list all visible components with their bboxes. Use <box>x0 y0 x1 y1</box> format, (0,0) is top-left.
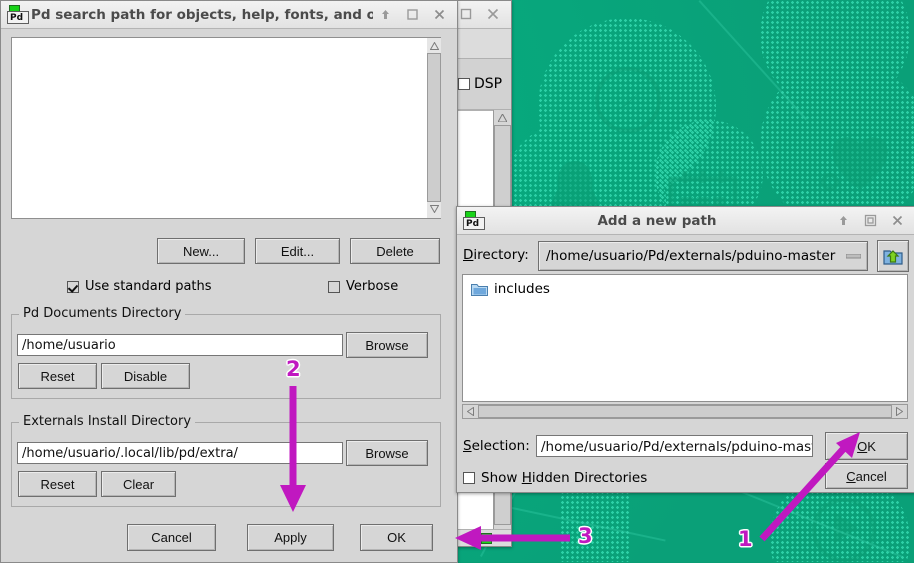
add-path-titlebar[interactable]: Pd Add a new path <box>457 207 914 235</box>
verbose-label: Verbose <box>346 279 399 294</box>
search-path-titlebar[interactable]: Pd Pd search path for objects, help, fon… <box>1 1 457 29</box>
selection-input[interactable]: /home/usuario/Pd/externals/pduino-master <box>536 435 813 457</box>
list-item-label: includes <box>494 281 550 297</box>
dsp-checkbox[interactable] <box>458 78 470 90</box>
checkbox-box[interactable] <box>463 472 475 484</box>
shade-icon[interactable] <box>837 214 851 228</box>
apply-button[interactable]: Apply <box>247 524 334 551</box>
scroll-down-arrow-icon[interactable] <box>427 201 441 216</box>
cancel-label-rest: ancel <box>855 468 887 484</box>
dsp-label: DSP <box>474 76 503 92</box>
add-path-cancel-button[interactable]: Cancel <box>825 463 908 489</box>
search-path-dialog[interactable]: Pd Pd search path for objects, help, fon… <box>0 0 458 563</box>
cancel-mnemonic: C <box>846 468 856 484</box>
scroll-right-arrow-icon[interactable] <box>892 407 907 416</box>
file-list-hscrollbar[interactable] <box>462 404 908 419</box>
selection-label-rest: election: <box>471 438 530 454</box>
externals-clear-button[interactable]: Clear <box>101 471 176 497</box>
annotation-number-3: 3 <box>578 524 593 548</box>
ok-label-rest: K <box>867 438 876 454</box>
directory-row: Directory: /home/usuario/Pd/externals/pd… <box>457 238 914 274</box>
add-path-ok-button[interactable]: OK <box>825 432 908 460</box>
parent-directory-button[interactable] <box>877 240 909 272</box>
play-icon <box>812 498 876 562</box>
checkbox-box[interactable] <box>67 280 79 293</box>
path-list-scrollbar[interactable] <box>427 38 441 218</box>
shade-icon[interactable] <box>379 8 393 22</box>
console-dsp-row[interactable]: DSP <box>456 59 511 110</box>
new-button[interactable]: New... <box>157 238 245 264</box>
close-icon[interactable] <box>433 8 447 22</box>
console-statusbar <box>456 529 511 546</box>
show-hidden-pre: Show <box>481 470 522 486</box>
maximize-icon[interactable] <box>864 214 878 228</box>
titlebar-buttons[interactable] <box>831 214 914 228</box>
directory-combobox[interactable]: /home/usuario/Pd/externals/pduino-master <box>538 241 868 271</box>
documents-browse-button[interactable]: Browse <box>346 332 428 358</box>
folder-up-icon <box>883 249 903 265</box>
scrollbar-thumb[interactable] <box>427 53 441 202</box>
directory-label-text: Directory: <box>463 247 529 263</box>
chevron-down-icon[interactable] <box>839 253 867 259</box>
ok-mnemonic: O <box>857 438 868 454</box>
directory-label-rest: irectory: <box>473 247 529 263</box>
maximize-icon[interactable] <box>406 8 420 22</box>
window-title: Pd search path for objects, help, fonts,… <box>31 6 373 23</box>
directory-mnemonic: D <box>463 247 474 263</box>
maximize-icon[interactable] <box>460 8 474 22</box>
folder-icon <box>471 284 488 296</box>
scroll-left-arrow-icon[interactable] <box>463 407 478 416</box>
console-toolbar <box>456 29 511 59</box>
annotation-number-2: 2 <box>286 357 301 381</box>
close-icon[interactable] <box>487 8 501 22</box>
selection-mnemonic: S <box>463 438 472 454</box>
show-hidden-post: idden Directories <box>531 470 648 486</box>
selection-label: Selection: <box>463 438 530 454</box>
externals-reset-button[interactable]: Reset <box>18 471 97 497</box>
status-indicator <box>481 533 492 544</box>
verbose-checkbox[interactable]: Verbose <box>328 279 398 294</box>
pd-app-icon: Pd <box>461 210 487 231</box>
heart-icon <box>821 137 888 191</box>
close-icon[interactable] <box>891 214 905 228</box>
show-hidden-label: Show Hidden Directories <box>481 470 647 486</box>
use-standard-paths-checkbox[interactable]: Use standard paths <box>67 279 212 294</box>
show-hidden-directories-checkbox[interactable]: Show Hidden Directories <box>463 470 647 486</box>
ok-button[interactable]: OK <box>360 524 433 551</box>
path-listbox[interactable] <box>11 37 441 219</box>
annotation-number-1: 1 <box>738 527 753 551</box>
file-list[interactable]: includes <box>462 274 908 402</box>
compass-icon <box>595 67 661 133</box>
delete-button[interactable]: Delete <box>350 238 440 264</box>
documents-disable-button[interactable]: Disable <box>101 363 190 389</box>
scroll-up-arrow-icon[interactable] <box>494 110 511 125</box>
pd-app-icon: Pd <box>5 4 31 25</box>
checkbox-box[interactable] <box>328 280 340 293</box>
pd-icon-label: Pd <box>463 216 485 230</box>
hscrollbar-thumb[interactable] <box>478 405 892 418</box>
console-titlebar[interactable] <box>456 1 511 29</box>
edit-button[interactable]: Edit... <box>255 238 340 264</box>
pd-icon-label: Pd <box>7 10 29 24</box>
directory-value: /home/usuario/Pd/externals/pduino-master <box>546 248 836 264</box>
documents-reset-button[interactable]: Reset <box>18 363 97 389</box>
documents-path-input[interactable]: /home/usuario <box>17 334 343 356</box>
show-hidden-mnemonic: H <box>521 470 532 486</box>
externals-path-input[interactable]: /home/usuario/.local/lib/pd/extra/ <box>17 442 343 464</box>
add-path-dialog[interactable]: Pd Add a new path Directory: /home/usuar… <box>456 206 914 493</box>
cancel-button[interactable]: Cancel <box>127 524 216 551</box>
titlebar-buttons[interactable] <box>373 8 457 22</box>
externals-group-legend: Externals Install Directory <box>19 414 196 429</box>
scroll-up-arrow-icon[interactable] <box>427 38 441 53</box>
console-titlebar-buttons[interactable] <box>454 8 511 22</box>
use-standard-paths-label: Use standard paths <box>85 279 212 294</box>
externals-browse-button[interactable]: Browse <box>346 440 428 466</box>
window-title: Add a new path <box>597 212 717 229</box>
documents-group-legend: Pd Documents Directory <box>19 306 186 321</box>
list-item[interactable]: includes <box>467 280 907 298</box>
